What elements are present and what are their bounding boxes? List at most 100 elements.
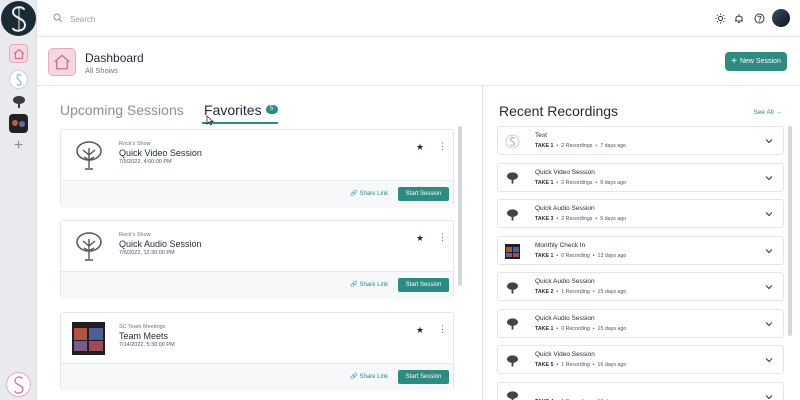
recording-title: Quick Video Session — [535, 351, 595, 358]
card-session-title: Team Meets — [119, 331, 169, 341]
logo-icon — [505, 134, 520, 149]
favorite-star-icon[interactable]: ★ — [416, 325, 424, 336]
rail-show-test[interactable] — [9, 70, 28, 89]
show-thumbnail — [72, 139, 105, 172]
start-session-button[interactable]: Start Session — [398, 187, 449, 201]
recording-age: 9 days ago — [600, 216, 627, 222]
app-logo[interactable] — [1, 1, 36, 36]
share-link-label: Share Link — [359, 190, 389, 197]
card-actions: 🔗 Share Link Start Session — [61, 363, 453, 391]
recording-meta: TAKE 1 • 2 Recordings • 9 days ago — [535, 179, 627, 186]
logo-icon — [11, 5, 26, 32]
recording-count: 0 Recording — [561, 252, 590, 259]
recording-thumbnail — [505, 243, 520, 259]
start-session-button[interactable]: Start Session — [398, 370, 449, 384]
chevron-down-icon[interactable] — [765, 174, 773, 182]
share-link-label: Share Link — [359, 373, 389, 380]
rail-show-team[interactable] — [9, 114, 28, 133]
card-session-title: Quick Audio Session — [119, 239, 202, 249]
recording-meta: TAKE 5 • 1 Recording • 16 days ago — [535, 362, 627, 368]
sessions-panel: Upcoming Sessions Favorites 5 Rock's Show… — [37, 86, 483, 400]
team-photo-icon — [505, 243, 520, 259]
tree-icon — [506, 281, 519, 294]
card-body: Rock's Show Quick Audio Session 7/6/2022… — [61, 221, 453, 271]
recording-count: 1 Recording — [561, 362, 590, 368]
tree-icon — [506, 354, 519, 367]
tree-icon — [506, 172, 519, 184]
card-actions: 🔗 Share Link Start Session — [61, 271, 453, 299]
mouse-cursor-icon — [206, 115, 214, 126]
tree-icon — [506, 391, 519, 400]
rail-show-rocks[interactable] — [9, 92, 28, 111]
recording-row[interactable]: Quick Video Session TAKE 1 • 2 Recordings… — [497, 162, 784, 192]
page-subtitle: All Shows — [85, 66, 118, 75]
chevron-down-icon[interactable] — [765, 356, 773, 364]
see-all-link[interactable]: See All → — [753, 109, 782, 116]
recording-row[interactable]: Quick Video Session TAKE 5 • 1 Recording … — [497, 345, 784, 374]
help-button[interactable] — [753, 12, 765, 24]
card-show-name: Rock's Show — [119, 141, 151, 147]
favorite-star-icon[interactable]: ★ — [416, 142, 424, 153]
chevron-down-icon[interactable] — [765, 137, 773, 145]
chevron-down-icon[interactable] — [765, 247, 773, 255]
new-session-button[interactable]: + New Session — [725, 52, 787, 71]
bell-icon — [735, 13, 743, 23]
logo-icon — [15, 73, 22, 86]
recording-row[interactable]: Quick Audio Session TAKE 1 • 0 Recording … — [497, 308, 784, 338]
card-session-date: 7/6/2022, 12:30:00 PM — [119, 250, 175, 256]
recording-row[interactable]: Monthly Check In TAKE 1 • 0 Recording • 1… — [497, 235, 784, 265]
chevron-down-icon[interactable] — [765, 320, 773, 328]
more-options-icon[interactable]: ⋮ — [438, 232, 447, 243]
search-input[interactable] — [70, 10, 370, 28]
session-card[interactable]: Rock's Show Quick Video Session 7/5/2022… — [60, 129, 454, 208]
sessions-scrollbar[interactable] — [458, 126, 462, 286]
more-options-icon[interactable]: ⋮ — [438, 324, 447, 335]
card-body: SC Team Meetings Team Meets 7/14/2022, 5… — [61, 313, 453, 363]
recording-thumbnail — [505, 207, 520, 222]
share-link-button[interactable]: 🔗 Share Link — [350, 373, 389, 381]
card-actions: 🔗 Share Link Start Session — [61, 180, 453, 208]
recording-title: Quick Audio Session — [535, 278, 595, 285]
chevron-down-icon[interactable] — [765, 393, 773, 400]
recording-row[interactable]: Quick Audio Session TAKE 3 • 2 Recordings… — [497, 199, 784, 228]
recording-row[interactable]: Quick Audio Session TAKE 2 • 1 Recording … — [497, 272, 784, 301]
chevron-down-icon[interactable] — [765, 210, 773, 218]
recording-row[interactable]: Test TAKE 1 • 2 Recordings • 7 days ago — [497, 126, 784, 155]
favorite-star-icon[interactable]: ★ — [416, 233, 424, 244]
session-card[interactable]: SC Team Meetings Team Meets 7/14/2022, 5… — [60, 312, 454, 391]
session-card[interactable]: Rock's Show Quick Audio Session 7/6/2022… — [60, 220, 454, 299]
tab-upcoming-sessions[interactable]: Upcoming Sessions — [60, 102, 184, 118]
page-title: Dashboard — [85, 51, 144, 65]
notifications-button[interactable] — [733, 12, 745, 24]
tree-icon — [506, 208, 519, 221]
recording-thumbnail — [505, 353, 520, 368]
recording-row[interactable]: TAKE 4 • 1 Recording • 16 days ago — [497, 381, 784, 400]
show-thumbnail — [72, 322, 105, 355]
home-icon — [13, 48, 24, 59]
take-label: TAKE 1 — [535, 325, 554, 332]
team-photo-icon — [72, 322, 105, 355]
favorites-count-badge: 5 — [265, 105, 278, 114]
new-session-label: New Session — [739, 58, 781, 65]
recording-age: 7 days ago — [600, 143, 627, 149]
chevron-down-icon[interactable] — [765, 283, 773, 291]
tree-icon — [75, 140, 102, 170]
theme-toggle-button[interactable] — [714, 12, 726, 24]
recording-age: 13 days ago — [597, 252, 627, 259]
card-session-date: 7/14/2022, 5:30:00 PM — [119, 342, 175, 348]
recording-age: 9 days ago — [600, 179, 627, 186]
app-rail: + — [0, 0, 37, 400]
more-options-icon[interactable]: ⋮ — [438, 141, 447, 152]
recording-meta: TAKE 1 • 2 Recordings • 7 days ago — [535, 143, 627, 149]
rail-brand-button[interactable] — [6, 372, 31, 397]
start-session-button[interactable]: Start Session — [398, 278, 449, 292]
user-avatar[interactable] — [772, 9, 790, 27]
recording-thumbnail — [505, 171, 520, 186]
tab-favorites[interactable]: Favorites 5 — [204, 102, 278, 118]
share-link-button[interactable]: 🔗 Share Link — [350, 281, 388, 289]
recordings-scrollbar[interactable] — [788, 126, 792, 336]
take-label: TAKE 1 — [535, 179, 554, 186]
share-link-button[interactable]: 🔗 Share Link — [350, 190, 389, 198]
add-show-button[interactable]: + — [9, 136, 28, 155]
rail-home-button[interactable] — [9, 44, 28, 63]
